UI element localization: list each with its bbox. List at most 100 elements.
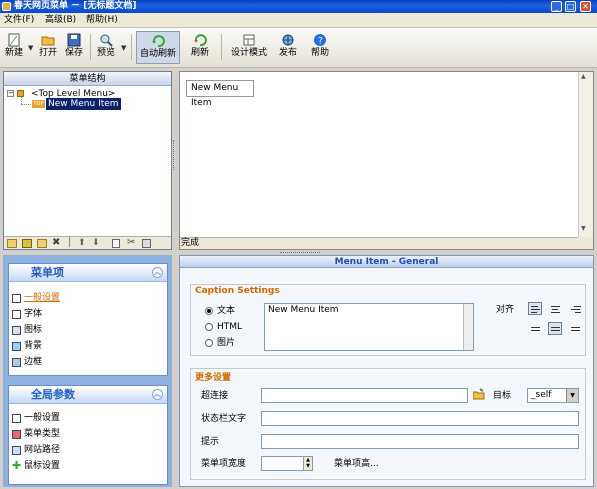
nav-item-background[interactable]: 背景 [11, 338, 42, 354]
nav-label: 边框 [24, 357, 43, 367]
horizontal-splitter[interactable] [280, 252, 320, 253]
close-button[interactable]: ✕ [580, 1, 591, 12]
tooltip-input[interactable] [261, 434, 579, 449]
align-middle-left-icon[interactable] [528, 322, 542, 335]
plus-icon: ✚ [12, 459, 22, 472]
nav-item-global-general[interactable]: 一般设置 [11, 410, 60, 426]
target-label: 目标 [493, 391, 512, 401]
new-button[interactable]: 新建 [3, 31, 25, 64]
menu-item-group-title[interactable]: 菜单项 [9, 264, 167, 282]
radio-text[interactable] [205, 307, 213, 315]
preview-button[interactable]: 预览 [95, 31, 117, 64]
radio-image-label: 图片 [217, 338, 236, 348]
nav-label: 背景 [24, 341, 43, 351]
paste-icon[interactable] [142, 239, 151, 248]
collapse-chevron-icon[interactable]: ︽ [152, 389, 163, 400]
nav-item-mouse[interactable]: ✚ 鼠标设置 [11, 458, 60, 474]
radio-text-label: 文本 [217, 306, 236, 316]
hyperlink-input[interactable] [261, 388, 468, 403]
caption-text-value: New Menu Item [268, 305, 339, 315]
help-label: 帮助 [310, 48, 329, 58]
tree-item-selected[interactable]: New Menu Item [46, 98, 121, 110]
design-mode-button[interactable]: 设计模式 [227, 31, 271, 64]
preview-pane: New Menu Item ▲ ▼ 完成 [179, 71, 594, 250]
preview-magnifier-icon [99, 33, 113, 47]
maximize-button[interactable]: □ [565, 1, 576, 12]
border-icon [12, 358, 21, 367]
nav-item-general[interactable]: 一般设置 [11, 290, 60, 306]
align-middle-right-icon[interactable] [568, 322, 582, 335]
minimize-button[interactable]: _ [551, 1, 562, 12]
move-up-icon[interactable]: ⬆ [78, 237, 86, 249]
size-grip [578, 237, 593, 249]
save-button[interactable]: 保存 [63, 31, 85, 64]
textarea-scrollbar[interactable] [463, 304, 473, 350]
scroll-up-icon[interactable]: ▲ [581, 73, 586, 80]
dropdown-arrow-icon[interactable]: ▼ [566, 389, 578, 402]
item-width-stepper[interactable]: ▲ ▼ [261, 456, 313, 471]
align-top-left-icon[interactable] [528, 302, 542, 315]
publish-button[interactable]: 发布 [276, 31, 300, 64]
help-button[interactable]: ? 帮助 [308, 31, 332, 64]
nav-item-font[interactable]: 字体 [11, 306, 42, 322]
stepper-arrows-icon[interactable]: ▲ ▼ [303, 457, 312, 470]
add-child-icon[interactable] [37, 239, 47, 248]
radio-html[interactable] [205, 323, 213, 331]
menu-structure-toolbar: ✖ │ ⬆ ⬇ ✂ [4, 236, 171, 249]
browse-folder-icon[interactable] [472, 388, 485, 401]
nav-item-menu-type[interactable]: 菜单类型 [11, 426, 60, 442]
nav-item-icon[interactable]: 图标 [11, 322, 42, 338]
align-middle-center-icon[interactable] [548, 322, 562, 335]
toolbar-divider [131, 34, 132, 60]
tree-line [21, 97, 22, 104]
design-mode-icon [242, 33, 256, 47]
separator-icon: │ [67, 238, 73, 248]
collapse-chevron-icon[interactable]: ︽ [152, 267, 163, 278]
menu-advanced[interactable]: 高级(B) [45, 14, 76, 27]
move-down-icon[interactable]: ⬇ [92, 237, 100, 249]
delete-icon[interactable]: ✖ [52, 237, 60, 249]
page-icon [12, 414, 21, 423]
open-folder-icon [41, 33, 55, 47]
caption-text-area[interactable]: New Menu Item [264, 303, 474, 351]
radio-image[interactable] [205, 339, 213, 347]
global-params-group-title[interactable]: 全局参数 [9, 386, 167, 404]
cut-icon[interactable]: ✂ [127, 237, 135, 249]
properties-panel: Menu Item - General Caption Settings 文本 … [179, 255, 594, 487]
new-dropdown-icon[interactable]: ▼ [28, 44, 33, 52]
menu-tree: − <Top Level Menu> TOP New Menu Item [4, 86, 171, 236]
vertical-splitter[interactable] [173, 140, 176, 170]
auto-refresh-icon [151, 34, 165, 48]
properties-header: Menu Item - General [180, 256, 593, 268]
menu-help[interactable]: 帮助(H) [86, 14, 118, 27]
tree-collapse-icon[interactable]: − [7, 90, 14, 97]
status-text-input[interactable] [261, 411, 579, 426]
add-sibling-icon[interactable] [22, 239, 32, 248]
open-button[interactable]: 打开 [37, 31, 59, 64]
site-path-icon [12, 446, 21, 455]
preview-menu-item[interactable]: New Menu Item [186, 80, 254, 108]
preview-scrollbar[interactable]: ▲ ▼ [578, 72, 593, 249]
scroll-down-icon[interactable]: ▼ [581, 225, 586, 232]
nav-item-site-path[interactable]: 网站路径 [11, 442, 60, 458]
app-icon [2, 2, 11, 11]
nav-item-border[interactable]: 边框 [11, 354, 42, 370]
refresh-button[interactable]: 刷新 [187, 31, 213, 64]
root-menu-icon [17, 90, 24, 97]
tooltip-label: 提示 [201, 437, 220, 447]
more-settings-fieldset: 更多设置 超连接 目标 _self ▼ 状态栏文字 提示 菜单项宽度 ▲ ▼ 菜单… [190, 368, 586, 480]
add-item-icon[interactable] [7, 239, 17, 248]
target-select[interactable]: _self ▼ [527, 388, 579, 403]
menu-file[interactable]: 文件(F) [4, 14, 34, 27]
tree-line [21, 104, 31, 105]
help-icon: ? [313, 33, 327, 47]
caption-settings-legend: Caption Settings [195, 286, 280, 296]
preview-dropdown-icon[interactable]: ▼ [121, 44, 126, 52]
align-top-center-icon[interactable] [548, 302, 562, 315]
copy-icon[interactable] [112, 239, 120, 248]
radio-html-label: HTML [217, 322, 243, 332]
title-bar: 春天网页菜单 － [无标题文档] [0, 0, 597, 13]
auto-refresh-button[interactable]: 自动刷新 [136, 31, 180, 64]
background-icon [12, 342, 21, 351]
align-top-right-icon[interactable] [568, 302, 582, 315]
